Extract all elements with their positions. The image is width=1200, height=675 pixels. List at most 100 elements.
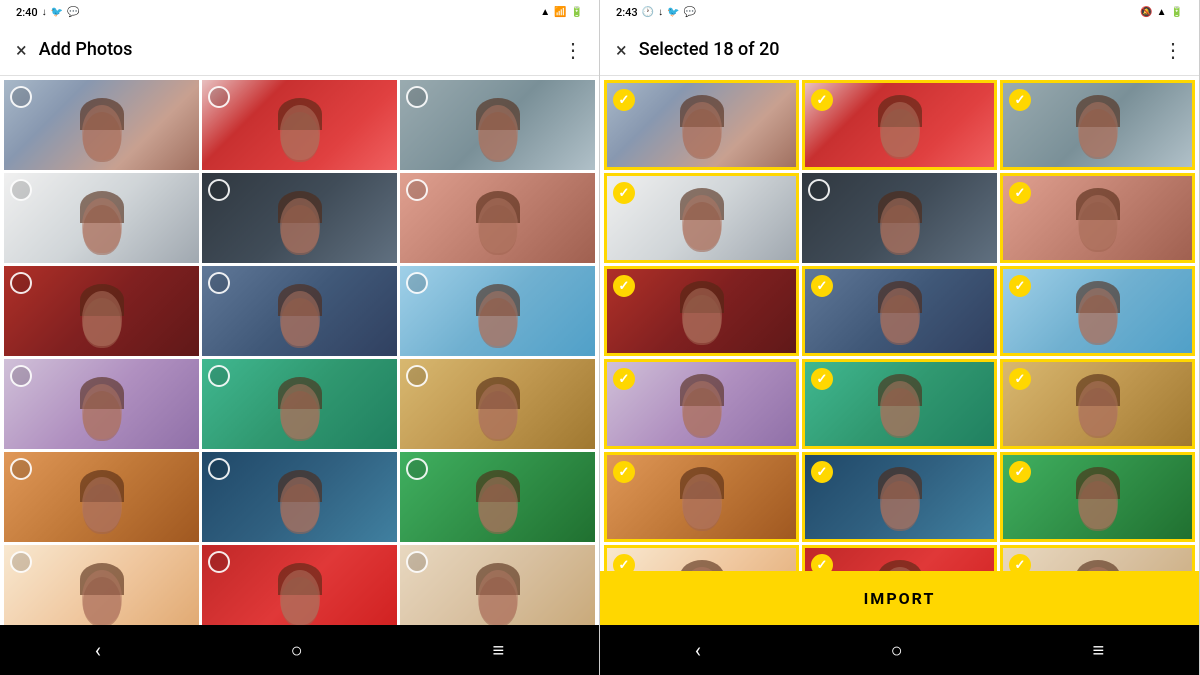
select-circle-8[interactable] xyxy=(811,275,833,297)
right-nav-bar: ‹ ○ ≡ xyxy=(600,625,1199,675)
select-circle-13[interactable] xyxy=(10,458,32,480)
right-more-button[interactable]: ⋮ xyxy=(1163,38,1183,62)
select-circle-11[interactable] xyxy=(811,368,833,390)
photo-cell-15[interactable] xyxy=(1000,452,1195,542)
select-circle-4[interactable] xyxy=(10,179,32,201)
select-circle-4[interactable] xyxy=(613,182,635,204)
photo-cell-2[interactable] xyxy=(802,80,997,170)
photo-cell-6[interactable] xyxy=(1000,173,1195,263)
select-circle-5[interactable] xyxy=(808,179,830,201)
photo-cell-13[interactable] xyxy=(604,452,799,542)
photo-cell-1[interactable] xyxy=(4,80,199,170)
select-circle-12[interactable] xyxy=(406,365,428,387)
photo-cell-16[interactable] xyxy=(604,545,799,571)
select-circle-6[interactable] xyxy=(1009,182,1031,204)
select-circle-16[interactable] xyxy=(10,551,32,573)
select-circle-9[interactable] xyxy=(406,272,428,294)
photo-cell-14[interactable] xyxy=(802,452,997,542)
photo-cell-5[interactable] xyxy=(802,173,997,263)
select-circle-5[interactable] xyxy=(208,179,230,201)
photo-cell-3[interactable] xyxy=(400,80,595,170)
right-close-button[interactable]: × xyxy=(616,38,627,62)
photo-cell-5[interactable] xyxy=(202,173,397,263)
left-close-button[interactable]: × xyxy=(16,38,27,62)
select-circle-8[interactable] xyxy=(208,272,230,294)
import-button[interactable]: IMPORT xyxy=(864,589,936,608)
photo-cell-4[interactable] xyxy=(4,173,199,263)
select-circle-2[interactable] xyxy=(811,89,833,111)
right-back-button[interactable]: ‹ xyxy=(695,638,701,662)
right-clock-icon: 🕐 xyxy=(642,7,654,18)
photo-cell-10[interactable] xyxy=(4,359,199,449)
select-circle-10[interactable] xyxy=(10,365,32,387)
right-clock: 2:43 xyxy=(616,6,638,19)
photo-cell-18[interactable] xyxy=(1000,545,1195,571)
select-circle-10[interactable] xyxy=(613,368,635,390)
select-circle-3[interactable] xyxy=(406,86,428,108)
photo-cell-11[interactable] xyxy=(802,359,997,449)
select-circle-2[interactable] xyxy=(208,86,230,108)
select-circle-15[interactable] xyxy=(1009,461,1031,483)
left-panel: 2:40 ↓ 🐦 💬 ▲ 📶 🔋 × Add Photos ⋮ ‹ ○ ≡ xyxy=(0,0,600,675)
left-status-bar: 2:40 ↓ 🐦 💬 ▲ 📶 🔋 xyxy=(0,0,599,24)
photo-cell-12[interactable] xyxy=(400,359,595,449)
photo-cell-16[interactable] xyxy=(4,545,199,625)
photo-cell-12[interactable] xyxy=(1000,359,1195,449)
select-circle-16[interactable] xyxy=(613,554,635,571)
photo-cell-4[interactable] xyxy=(604,173,799,263)
select-circle-17[interactable] xyxy=(811,554,833,571)
right-status-icon1: ↓ xyxy=(658,7,663,18)
photo-cell-17[interactable] xyxy=(802,545,997,571)
select-circle-13[interactable] xyxy=(613,461,635,483)
photo-cell-1[interactable] xyxy=(604,80,799,170)
right-status-bar: 2:43 🕐 ↓ 🐦 💬 🔕 ▲ 🔋 xyxy=(600,0,1199,24)
photo-cell-14[interactable] xyxy=(202,452,397,542)
photo-cell-11[interactable] xyxy=(202,359,397,449)
select-circle-9[interactable] xyxy=(1009,275,1031,297)
right-status-right: 🔕 ▲ 🔋 xyxy=(1140,7,1183,18)
left-home-button[interactable]: ○ xyxy=(291,638,303,663)
select-circle-7[interactable] xyxy=(613,275,635,297)
photo-cell-15[interactable] xyxy=(400,452,595,542)
left-time: 2:40 ↓ 🐦 💬 xyxy=(16,6,80,19)
photo-cell-8[interactable] xyxy=(802,266,997,356)
left-back-button[interactable]: ‹ xyxy=(95,638,101,662)
select-circle-6[interactable] xyxy=(406,179,428,201)
select-circle-3[interactable] xyxy=(1009,89,1031,111)
select-circle-14[interactable] xyxy=(811,461,833,483)
select-circle-17[interactable] xyxy=(208,551,230,573)
select-circle-1[interactable] xyxy=(613,89,635,111)
photo-cell-7[interactable] xyxy=(604,266,799,356)
photo-cell-10[interactable] xyxy=(604,359,799,449)
right-home-button[interactable]: ○ xyxy=(891,638,903,663)
photo-cell-18[interactable] xyxy=(400,545,595,625)
right-panel: 2:43 🕐 ↓ 🐦 💬 🔕 ▲ 🔋 × Selected 18 of 20 ⋮… xyxy=(600,0,1200,675)
photo-cell-8[interactable] xyxy=(202,266,397,356)
right-mute-icon: 🔕 xyxy=(1140,7,1152,18)
select-circle-18[interactable] xyxy=(1009,554,1031,571)
photo-cell-2[interactable] xyxy=(202,80,397,170)
select-circle-7[interactable] xyxy=(10,272,32,294)
right-header-left: × Selected 18 of 20 xyxy=(616,38,780,62)
left-menu-button[interactable]: ≡ xyxy=(492,638,504,663)
left-status-icon2: 🐦 xyxy=(51,7,63,18)
photo-cell-3[interactable] xyxy=(1000,80,1195,170)
right-menu-button[interactable]: ≡ xyxy=(1092,638,1104,663)
select-circle-12[interactable] xyxy=(1009,368,1031,390)
photo-cell-9[interactable] xyxy=(400,266,595,356)
photo-cell-13[interactable] xyxy=(4,452,199,542)
left-more-button[interactable]: ⋮ xyxy=(563,38,583,62)
left-wifi-icon: ▲ xyxy=(540,7,550,18)
select-circle-18[interactable] xyxy=(406,551,428,573)
select-circle-11[interactable] xyxy=(208,365,230,387)
import-bar[interactable]: IMPORT xyxy=(600,571,1199,625)
photo-cell-17[interactable] xyxy=(202,545,397,625)
photo-cell-7[interactable] xyxy=(4,266,199,356)
select-circle-15[interactable] xyxy=(406,458,428,480)
photo-cell-9[interactable] xyxy=(1000,266,1195,356)
right-signal-icon: ▲ xyxy=(1157,7,1167,18)
select-circle-1[interactable] xyxy=(10,86,32,108)
select-circle-14[interactable] xyxy=(208,458,230,480)
left-clock: 2:40 xyxy=(16,6,38,19)
photo-cell-6[interactable] xyxy=(400,173,595,263)
